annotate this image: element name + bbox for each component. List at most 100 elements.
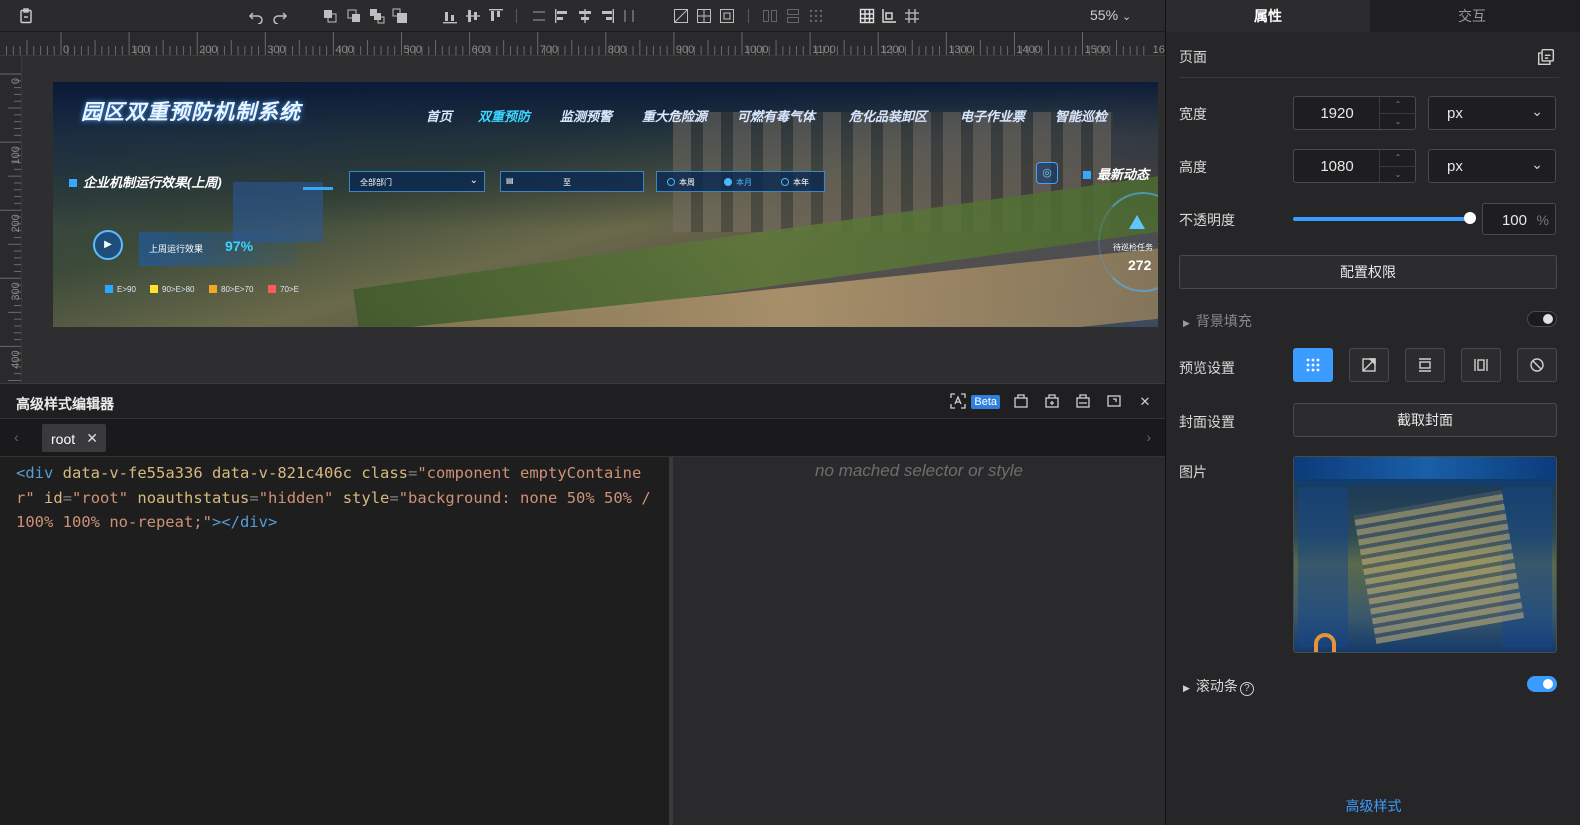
radio-year[interactable]: 本年 [781,177,809,188]
radio-week[interactable]: 本周 [667,177,695,188]
tab-properties[interactable]: 属性 [1166,0,1370,32]
cover-thumbnail[interactable] [1293,456,1557,653]
dashboard-nav-item[interactable]: 可燃有毒气体 [737,106,815,125]
effect-label: 上周运行效果 [149,244,204,254]
design-canvas[interactable]: 园区双重预防机制系统 首页 双重预防 监测预警 重大危险源 可燃有毒气体 危化品… [22,56,1165,383]
chevron-up-icon[interactable]: ⌃ [1380,97,1416,113]
dashboard-nav-item[interactable]: 电子作业票 [960,106,1025,125]
tab-root[interactable]: root ✕ [42,424,106,452]
bring-to-front-icon[interactable] [368,7,386,25]
css-style-pane[interactable]: no mached selector or style [673,457,1165,825]
height-unit-select[interactable]: px ⌄ [1428,149,1556,183]
send-backward-icon[interactable] [345,7,363,25]
chevron-up-icon[interactable]: ⌃ [1380,150,1416,166]
radio-month[interactable]: 本月 [724,177,752,188]
columns-icon[interactable] [761,7,779,25]
fill-width-icon[interactable] [672,7,690,25]
play-icon[interactable]: ▶ [93,230,123,260]
ruler-corner-icon[interactable] [880,7,898,25]
legend-swatch [268,285,276,293]
component-add-icon[interactable] [1042,393,1062,411]
stretch-icon[interactable] [1349,348,1389,382]
width-value: 1920 [1320,105,1354,122]
zoom-select[interactable]: 55% ⌄ [1090,7,1131,23]
rows-icon[interactable] [784,7,802,25]
component-settings-icon[interactable] [1073,393,1093,411]
dashboard-title: 园区双重预防机制系统 [81,101,301,124]
dashboard-nav-item-active[interactable]: 双重预防 [478,106,530,125]
height-stepper[interactable]: ⌃ ⌄ [1379,150,1416,182]
html-code-editor[interactable]: <div data-v-fe55a336 data-v-821c406c cla… [0,457,669,825]
tab-interaction[interactable]: 交互 [1370,0,1574,32]
height-value: 1080 [1320,158,1354,175]
help-icon[interactable]: ? [1239,682,1254,696]
configure-permission-button[interactable]: 配置权限 [1179,255,1557,289]
date-range-picker[interactable]: ▤ 至 [500,171,644,192]
advanced-style-link[interactable]: 高级样式 [1166,796,1580,816]
send-to-back-icon[interactable] [391,7,409,25]
width-stepper[interactable]: ⌃ ⌄ [1379,97,1416,129]
component-icon[interactable] [1011,393,1031,411]
section-title-left: 企业机制运行效果(上周) [69,172,222,191]
background-fill-row[interactable]: ▶ 背景填充 [1183,311,1252,331]
opacity-slider-handle[interactable] [1464,212,1476,224]
bring-forward-icon[interactable] [321,7,339,25]
ruler-label: 400 [10,350,22,368]
distribute-horizontal-icon[interactable] [620,7,638,25]
table-grid-icon[interactable] [858,7,876,25]
redo-icon[interactable] [271,7,289,25]
align-right-icon[interactable] [598,7,616,25]
height-input[interactable]: 1080 ⌃ ⌄ [1293,149,1416,183]
grid-fit-icon[interactable] [1293,348,1333,382]
width-input[interactable]: 1920 ⌃ ⌄ [1293,96,1416,130]
beta-badge: Beta [971,395,1000,409]
fit-height-icon[interactable] [1461,348,1501,382]
align-middle-icon[interactable] [464,7,482,25]
section-divider [1179,77,1559,78]
height-label: 高度 [1179,159,1207,175]
chevron-down-icon[interactable]: ⌄ [1380,166,1416,182]
scrollbar-toggle[interactable] [1527,676,1557,692]
no-scale-icon[interactable] [1517,348,1557,382]
top-toolbar: 55% ⌄ [0,0,1165,32]
clipboard-icon[interactable] [17,7,35,25]
copy-page-icon[interactable] [1537,48,1555,66]
ruler-horizontal: 0 100 200 300 400 500 600 700 800 900 1000 1100 1200… [0,32,1165,56]
dashboard-nav-item[interactable]: 危化品装卸区 [849,106,927,125]
width-unit-select[interactable]: px ⌄ [1428,96,1556,130]
capture-cover-button[interactable]: 截取封面 [1293,403,1557,437]
dashboard-nav-item[interactable]: 监测预警 [560,106,612,125]
close-icon[interactable]: ✕ [86,430,98,447]
fill-height-icon[interactable] [695,7,713,25]
ruler-label: 0 [63,44,69,56]
legend-swatch [105,285,113,293]
thumbnail-left-panel [1298,487,1348,647]
department-select[interactable]: 全部部门 ⌄ [349,171,485,192]
fill-both-icon[interactable] [718,7,736,25]
expand-window-icon[interactable] [1104,393,1124,411]
locate-icon[interactable]: ◎ [1036,162,1058,184]
dashboard-nav-item[interactable]: 重大危险源 [642,106,707,125]
close-icon[interactable]: ✕ [1135,393,1155,411]
dot-grid-icon[interactable] [807,7,825,25]
scrollbar-row[interactable]: ▶ 滚动条? [1183,676,1254,696]
distribute-vertical-icon[interactable] [530,7,548,25]
opacity-slider[interactable] [1293,217,1469,221]
ai-assist-icon[interactable] [948,393,968,411]
dashboard-preview[interactable]: 园区双重预防机制系统 首页 双重预防 监测预警 重大危险源 可燃有毒气体 危化品… [53,82,1158,327]
chevron-left-icon[interactable]: ‹ [14,429,19,445]
background-fill-toggle[interactable] [1527,311,1557,327]
align-center-icon[interactable] [576,7,594,25]
dashboard-nav-item[interactable]: 智能巡检 [1055,106,1107,125]
align-bottom-icon[interactable] [441,7,459,25]
property-panel: 属性 交互 页面 宽度 1920 ⌃ ⌄ px ⌄ 高度 1080 ⌃ ⌄ px ⌄… [1165,0,1580,825]
chevron-down-icon[interactable]: ⌄ [1380,113,1416,129]
opacity-input[interactable]: 100 % [1482,203,1556,235]
chevron-right-icon[interactable]: › [1146,429,1151,445]
dashboard-nav-item[interactable]: 首页 [426,106,452,125]
hash-grid-icon[interactable] [903,7,921,25]
fit-width-icon[interactable] [1405,348,1445,382]
align-top-icon[interactable] [487,7,505,25]
undo-icon[interactable] [247,7,265,25]
align-left-icon[interactable] [553,7,571,25]
